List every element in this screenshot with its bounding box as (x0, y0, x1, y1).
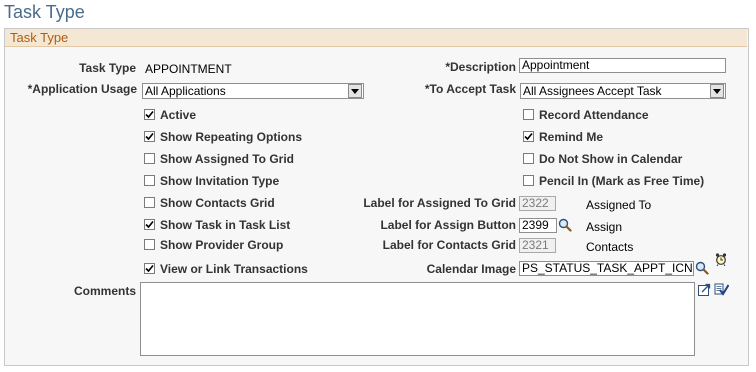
popup-expand-icon[interactable] (697, 282, 711, 296)
label-assign-button-label: Label for Assign Button (380, 218, 516, 232)
show-repeating-checkbox[interactable] (144, 131, 155, 142)
view-link-label: View or Link Transactions (160, 262, 308, 276)
description-input[interactable]: Appointment (519, 58, 726, 73)
record-attendance-checkbox[interactable] (523, 109, 534, 120)
label-assigned-grid-desc: Assigned To (586, 198, 652, 212)
group-title: Task Type (10, 30, 69, 45)
to-accept-task-select[interactable]: All Assignees Accept Task (520, 83, 726, 99)
to-accept-task-value: All Assignees Accept Task (523, 84, 662, 98)
application-usage-value: All Applications (145, 84, 226, 98)
show-task-list-checkbox[interactable] (144, 219, 155, 230)
show-contacts-checkbox[interactable] (144, 197, 155, 208)
task-type-label: Task Type (79, 61, 136, 75)
label-contacts-grid-desc: Contacts (586, 240, 634, 254)
show-provider-label: Show Provider Group (160, 238, 284, 252)
show-assigned-grid-label: Show Assigned To Grid (160, 152, 295, 166)
application-usage-label: *Application Usage (27, 82, 137, 96)
comments-label: Comments (73, 284, 136, 298)
label-assigned-grid-input: 2322 (519, 196, 556, 211)
show-invitation-label: Show Invitation Type (160, 174, 280, 188)
to-accept-task-label: *To Accept Task (424, 82, 516, 96)
not-show-calendar-label: Do Not Show in Calendar (539, 152, 683, 166)
label-contacts-grid-label: Label for Contacts Grid (382, 238, 516, 252)
show-repeating-label: Show Repeating Options (160, 130, 303, 144)
label-assign-button-desc: Assign (586, 220, 623, 234)
pencil-in-label: Pencil In (Mark as Free Time) (539, 174, 705, 188)
alarm-clock-icon (714, 251, 728, 267)
show-provider-checkbox[interactable] (144, 239, 155, 250)
view-link-checkbox[interactable] (144, 263, 155, 274)
active-checkbox[interactable] (144, 109, 155, 120)
show-invitation-checkbox[interactable] (144, 175, 155, 186)
show-task-list-label: Show Task in Task List (160, 218, 291, 232)
label-assign-button-input[interactable]: 2399 (519, 218, 557, 233)
magnifier-icon[interactable] (557, 217, 573, 233)
application-usage-select[interactable]: All Applications (142, 83, 364, 99)
record-attendance-label: Record Attendance (539, 108, 649, 122)
spellcheck-icon[interactable] (713, 281, 729, 296)
description-label: *Description (445, 60, 516, 74)
chevron-down-icon[interactable] (348, 84, 362, 98)
remind-me-label: Remind Me (539, 130, 604, 144)
show-contacts-label: Show Contacts Grid (160, 196, 275, 210)
calendar-image-label: Calendar Image (426, 262, 516, 276)
remind-me-checkbox[interactable] (523, 131, 534, 142)
task-type-value: APPOINTMENT (145, 62, 232, 76)
calendar-image-input[interactable]: PS_STATUS_TASK_APPT_ICN (519, 261, 694, 276)
comments-textarea[interactable] (140, 282, 695, 356)
label-contacts-grid-input: 2321 (519, 238, 556, 253)
label-assigned-grid-label: Label for Assigned To Grid (363, 196, 516, 210)
group-header-bar (5, 29, 747, 47)
show-assigned-grid-checkbox[interactable] (144, 153, 155, 164)
pencil-in-checkbox[interactable] (523, 175, 534, 186)
not-show-calendar-checkbox[interactable] (523, 153, 534, 164)
magnifier-icon[interactable] (694, 260, 710, 276)
page-title: Task Type (4, 2, 85, 22)
active-label: Active (160, 108, 197, 122)
chevron-down-icon[interactable] (710, 84, 724, 98)
